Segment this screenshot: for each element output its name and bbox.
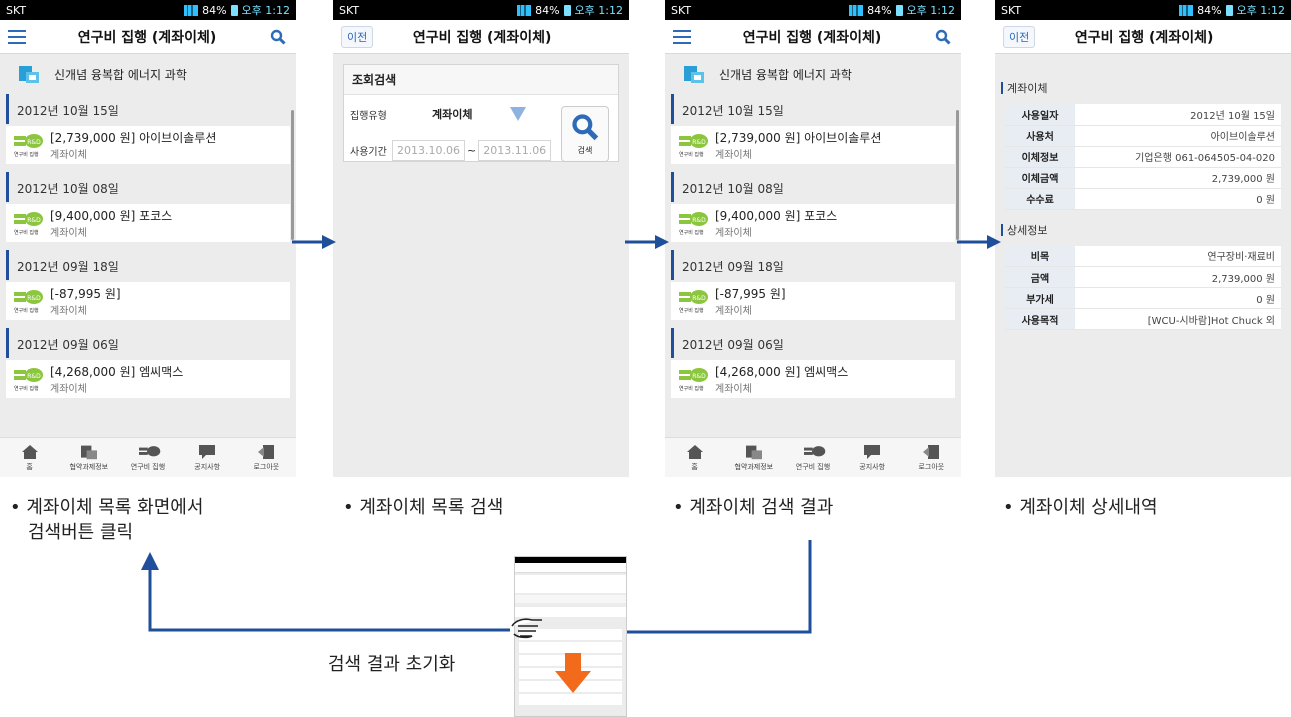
- mini-project-row: [515, 575, 626, 593]
- mini-list-item: [519, 642, 622, 653]
- reset-flow-lines: [141, 540, 812, 634]
- caption-reset: 검색 결과 초기화: [328, 654, 456, 675]
- caption-detail: • 계좌이체 상세내역: [1003, 497, 1158, 518]
- caption-line-2: 검색버튼 클릭: [28, 522, 134, 543]
- caption-search: • 계좌이체 목록 검색: [343, 497, 504, 518]
- caption-result: • 계좌이체 검색 결과: [673, 497, 834, 518]
- mini-list-item: [519, 694, 622, 705]
- pull-down-arrow-icon: [555, 653, 591, 693]
- mini-tabs: [515, 595, 626, 603]
- caption-list: • 계좌이체 목록 화면에서 검색버튼 클릭: [10, 495, 203, 545]
- mini-app-bar: [515, 563, 626, 573]
- caption-line-1: • 계좌이체 목록 화면에서: [10, 497, 204, 518]
- hand-pointer-icon: [511, 618, 542, 639]
